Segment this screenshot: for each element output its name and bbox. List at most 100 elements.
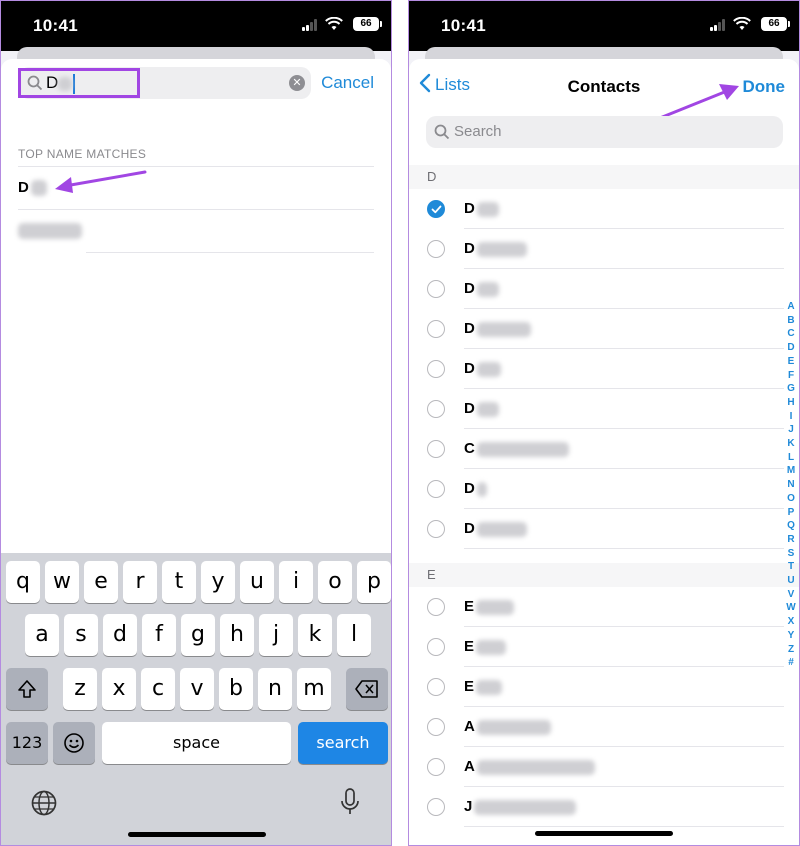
index-letter[interactable]: V [785, 588, 797, 602]
contacts-search-input[interactable]: Search [426, 116, 783, 148]
index-letter[interactable]: Q [785, 519, 797, 533]
contact-row[interactable]: E [409, 667, 784, 707]
contact-row[interactable]: A [409, 747, 784, 787]
index-letter[interactable]: S [785, 547, 797, 561]
index-letter[interactable]: B [785, 314, 797, 328]
radio-circle-icon[interactable] [427, 798, 445, 816]
key-c[interactable]: c [141, 668, 175, 710]
key-x[interactable]: x [102, 668, 136, 710]
key-y[interactable]: y [201, 561, 235, 603]
index-letter[interactable]: E [785, 355, 797, 369]
key-l[interactable]: l [337, 614, 371, 656]
contact-row[interactable]: A [409, 707, 784, 747]
index-letter[interactable]: D [785, 341, 797, 355]
radio-circle-icon[interactable] [427, 440, 445, 458]
index-letter[interactable]: # [785, 656, 797, 670]
backspace-key[interactable] [346, 668, 388, 710]
contact-row[interactable]: E [409, 587, 784, 627]
contact-row[interactable]: J [409, 787, 784, 827]
section-header: D [409, 165, 799, 189]
index-letter[interactable]: P [785, 506, 797, 520]
index-letter[interactable]: H [785, 396, 797, 410]
radio-circle-icon[interactable] [427, 320, 445, 338]
section-label: TOP NAME MATCHES [18, 147, 147, 161]
key-b[interactable]: b [219, 668, 253, 710]
key-v[interactable]: v [180, 668, 214, 710]
radio-circle-icon[interactable] [427, 718, 445, 736]
key-r[interactable]: r [123, 561, 157, 603]
key-t[interactable]: t [162, 561, 196, 603]
index-letter[interactable]: X [785, 615, 797, 629]
contact-row[interactable]: D [409, 269, 784, 309]
contact-row[interactable]: D [409, 469, 784, 509]
contact-row[interactable]: C [409, 429, 784, 469]
radio-circle-icon[interactable] [427, 280, 445, 298]
radio-circle-icon[interactable] [427, 758, 445, 776]
radio-circle-icon[interactable] [427, 480, 445, 498]
cancel-button[interactable]: Cancel [321, 73, 374, 93]
contact-row[interactable]: D [409, 389, 784, 429]
index-letter[interactable]: F [785, 369, 797, 383]
key-p[interactable]: p [357, 561, 391, 603]
name-match-row[interactable] [18, 209, 374, 252]
shift-key[interactable] [6, 668, 48, 710]
radio-circle-icon[interactable] [427, 638, 445, 656]
key-k[interactable]: k [298, 614, 332, 656]
section-index[interactable]: A B C D E F G H I J K L M N O P Q R S T U V W X Y Z # [785, 300, 797, 670]
key-h[interactable]: h [220, 614, 254, 656]
contact-row[interactable]: E [409, 627, 784, 667]
search-key[interactable]: search [298, 722, 388, 764]
contact-row[interactable]: D [409, 229, 784, 269]
radio-circle-icon[interactable] [427, 400, 445, 418]
index-letter[interactable]: M [785, 464, 797, 478]
radio-circle-icon[interactable] [427, 678, 445, 696]
key-g[interactable]: g [181, 614, 215, 656]
key-n[interactable]: n [258, 668, 292, 710]
index-letter[interactable]: N [785, 478, 797, 492]
index-letter[interactable]: G [785, 382, 797, 396]
index-letter[interactable]: T [785, 560, 797, 574]
numbers-key[interactable]: 123 [6, 722, 48, 764]
key-e[interactable]: e [84, 561, 118, 603]
key-a[interactable]: a [25, 614, 59, 656]
key-q[interactable]: q [6, 561, 40, 603]
key-u[interactable]: u [240, 561, 274, 603]
microphone-icon[interactable] [339, 787, 361, 817]
globe-icon[interactable] [30, 789, 58, 817]
space-key[interactable]: space [102, 722, 291, 764]
key-w[interactable]: w [45, 561, 79, 603]
clear-search-button[interactable]: ✕ [289, 75, 305, 91]
index-letter[interactable]: L [785, 451, 797, 465]
phone-search-screen: 10:41 66 D ✕ Cancel TOP NAME MATCHES D q… [0, 0, 392, 846]
key-m[interactable]: m [297, 668, 331, 710]
index-letter[interactable]: J [785, 423, 797, 437]
contact-row[interactable]: D [409, 509, 784, 549]
radio-circle-icon[interactable] [427, 520, 445, 538]
index-letter[interactable]: R [785, 533, 797, 547]
radio-circle-icon[interactable] [427, 240, 445, 258]
index-letter[interactable]: I [785, 410, 797, 424]
contact-name: D [464, 480, 487, 497]
emoji-key[interactable] [53, 722, 95, 764]
contact-row[interactable]: D [409, 349, 784, 389]
contact-row[interactable]: D [409, 309, 784, 349]
index-letter[interactable]: W [785, 601, 797, 615]
key-s[interactable]: s [64, 614, 98, 656]
index-letter[interactable]: U [785, 574, 797, 588]
key-d[interactable]: d [103, 614, 137, 656]
key-i[interactable]: i [279, 561, 313, 603]
key-o[interactable]: o [318, 561, 352, 603]
radio-circle-icon[interactable] [427, 360, 445, 378]
index-letter[interactable]: K [785, 437, 797, 451]
index-letter[interactable]: C [785, 327, 797, 341]
key-j[interactable]: j [259, 614, 293, 656]
key-f[interactable]: f [142, 614, 176, 656]
checkmark-circle-icon[interactable] [427, 200, 445, 218]
contact-row[interactable]: D [409, 189, 784, 229]
key-z[interactable]: z [63, 668, 97, 710]
index-letter[interactable]: O [785, 492, 797, 506]
index-letter[interactable]: Z [785, 643, 797, 657]
radio-circle-icon[interactable] [427, 598, 445, 616]
index-letter[interactable]: A [785, 300, 797, 314]
index-letter[interactable]: Y [785, 629, 797, 643]
